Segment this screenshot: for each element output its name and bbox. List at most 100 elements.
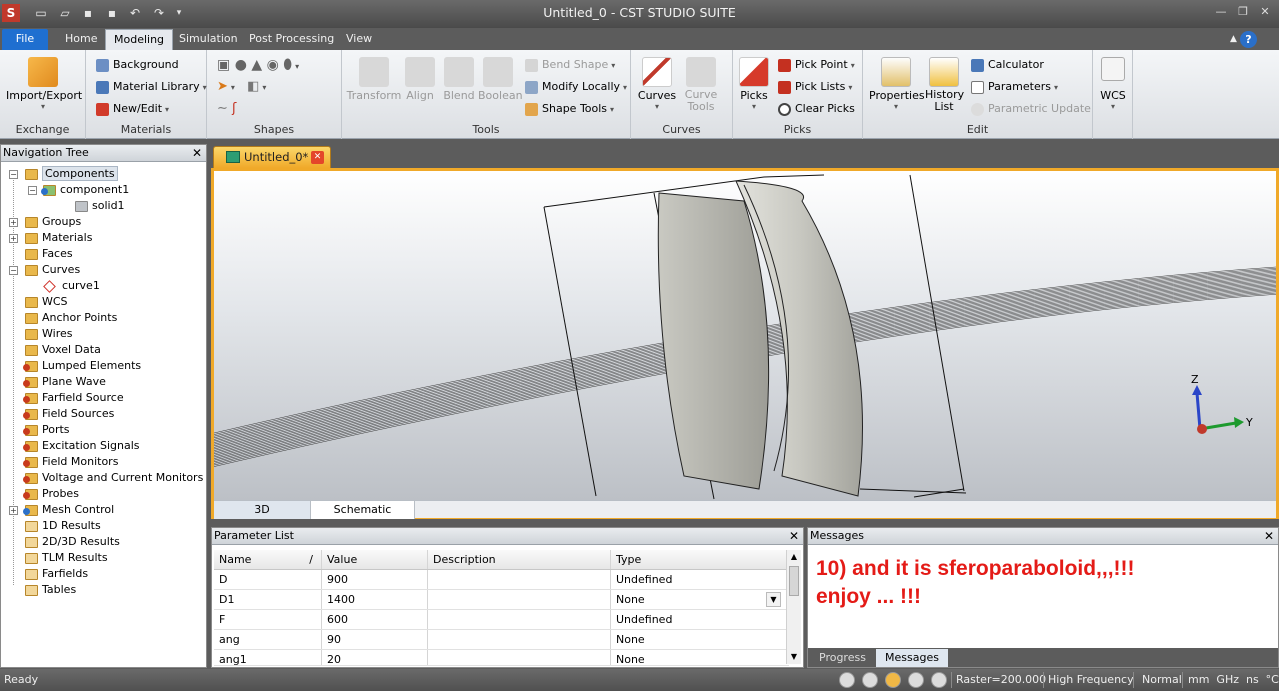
wcs-button[interactable]: WCS ▾	[1098, 57, 1128, 111]
tree-item-voxel-data[interactable]: Voxel Data	[25, 342, 101, 358]
chevron-down-icon[interactable]: ▼	[766, 592, 781, 607]
tab-post-processing[interactable]: Post Processing	[241, 29, 342, 50]
tab-3d[interactable]: 3D	[214, 501, 311, 519]
close-parameter-list-icon[interactable]: ✕	[789, 528, 799, 544]
bend-shape-button[interactable]: Bend Shape ▾	[525, 55, 615, 75]
sphere-icon[interactable]: ●	[235, 57, 247, 73]
status-frequency[interactable]: High Frequency	[1048, 669, 1134, 691]
calculator-button[interactable]: Calculator	[971, 55, 1044, 75]
status-mode[interactable]: Normal	[1142, 669, 1182, 691]
expand-curves-icon[interactable]: −	[9, 266, 18, 275]
rotate-icon[interactable]: ◧	[247, 79, 259, 94]
tree-item-curves[interactable]: Curves	[25, 262, 80, 278]
loft-icon[interactable]: ∼	[217, 101, 228, 116]
cylinder-icon[interactable]: ⬮	[283, 57, 292, 73]
close-window-icon[interactable]: ✕	[1255, 4, 1275, 20]
curve-tools-button[interactable]: Curve Tools	[681, 57, 721, 113]
pick-lists-button[interactable]: Pick Lists ▾	[778, 77, 852, 97]
parametric-update-button[interactable]: Parametric Update	[971, 99, 1091, 119]
properties-button[interactable]: Properties ▾	[869, 57, 925, 111]
tree-item-field-monitors[interactable]: Field Monitors	[23, 454, 118, 470]
tab-modeling[interactable]: Modeling	[105, 29, 174, 50]
help-icon[interactable]: ?	[1240, 31, 1257, 48]
tree-item-excitation-signals[interactable]: Excitation Signals	[23, 438, 140, 454]
minimize-icon[interactable]: —	[1211, 4, 1231, 20]
tab-progress[interactable]: Progress	[810, 649, 875, 667]
tab-schematic[interactable]: Schematic	[311, 501, 415, 519]
tree-item-wcs[interactable]: WCS	[25, 294, 68, 310]
column-type[interactable]: Type	[611, 550, 783, 569]
tree-item-component1[interactable]: component1	[41, 182, 129, 198]
sferoparaboloid-solid[interactable]	[657, 180, 863, 497]
tab-messages[interactable]: Messages	[876, 649, 948, 667]
tree-item-farfields[interactable]: Farfields	[25, 566, 88, 582]
expand-component1-icon[interactable]: −	[28, 186, 37, 195]
scroll-thumb[interactable]	[789, 566, 799, 596]
tree-item-solid1[interactable]: solid1	[75, 198, 125, 214]
tree-item-2d-3d-results[interactable]: 2D/3D Results	[25, 534, 120, 550]
background-button[interactable]: Background	[96, 55, 179, 75]
tree-item-groups[interactable]: Groups	[25, 214, 81, 230]
pan-icon[interactable]	[862, 672, 878, 688]
tree-item-lumped-elements[interactable]: Lumped Elements	[23, 358, 141, 374]
sweep-icon[interactable]: ʃ	[232, 101, 236, 116]
parameters-button[interactable]: Parameters ▾	[971, 77, 1058, 97]
tree-item-anchor-points[interactable]: Anchor Points	[25, 310, 117, 326]
table-row[interactable]: D 900 Undefined	[214, 570, 789, 590]
type-select[interactable]: None ▼	[611, 590, 783, 609]
zoom-fit-icon[interactable]	[908, 672, 924, 688]
brick-icon[interactable]: ▣	[217, 57, 230, 73]
blend-button[interactable]: Blend	[440, 57, 478, 102]
tree-item-faces[interactable]: Faces	[25, 246, 73, 262]
restore-icon[interactable]: ❐	[1233, 4, 1253, 20]
tree-item-field-sources[interactable]: Field Sources	[23, 406, 114, 422]
model-view[interactable]: Z Y	[214, 171, 1276, 516]
tree-item-mesh-control[interactable]: Mesh Control	[23, 502, 114, 518]
tab-file[interactable]: File	[2, 29, 48, 50]
boolean-button[interactable]: Boolean	[478, 57, 523, 102]
tree-item-voltage-current-monitors[interactable]: Voltage and Current Monitors	[23, 470, 203, 486]
tab-simulation[interactable]: Simulation	[171, 29, 246, 50]
pick-point-button[interactable]: Pick Point ▾	[778, 55, 855, 75]
table-row[interactable]: F 600 Undefined	[214, 610, 789, 630]
zoom-icon[interactable]	[839, 672, 855, 688]
tab-view[interactable]: View	[338, 29, 380, 50]
close-navigation-tree-icon[interactable]: ✕	[192, 145, 202, 161]
align-button[interactable]: Align	[402, 57, 438, 102]
torus-icon[interactable]: ◉	[267, 57, 279, 73]
expand-groups-icon[interactable]: +	[9, 218, 18, 227]
close-messages-icon[interactable]: ✕	[1264, 528, 1274, 544]
tree-item-tables[interactable]: Tables	[25, 582, 76, 598]
expand-components-icon[interactable]: −	[9, 170, 18, 179]
table-row[interactable]: D1 1400 None ▼	[214, 590, 789, 610]
parameter-scrollbar[interactable]: ▲ ▼	[786, 550, 801, 664]
tree-item-plane-wave[interactable]: Plane Wave	[23, 374, 106, 390]
table-row[interactable]: ang1 20 None	[214, 650, 789, 666]
status-units[interactable]: mm GHz ns °C	[1188, 669, 1279, 691]
document-tab[interactable]: Untitled_0* ✕	[213, 146, 331, 168]
import-export-button[interactable]: Import/Export ▾	[6, 57, 82, 111]
history-list-button[interactable]: History List	[925, 57, 964, 113]
tree-item-ports[interactable]: Ports	[23, 422, 70, 438]
tree-item-materials[interactable]: Materials	[25, 230, 92, 246]
modify-locally-button[interactable]: Modify Locally ▾	[525, 77, 627, 97]
tree-item-farfield-source[interactable]: Farfield Source	[23, 390, 124, 406]
cone-icon[interactable]: ▲	[251, 57, 262, 73]
close-document-icon[interactable]: ✕	[311, 151, 324, 164]
tree-item-wires[interactable]: Wires	[25, 326, 72, 342]
material-library-button[interactable]: Material Library ▾	[96, 77, 207, 97]
curves-button[interactable]: Curves ▾	[637, 57, 677, 111]
new-edit-button[interactable]: New/Edit ▾	[96, 99, 169, 119]
tree-item-components[interactable]: Components	[25, 166, 118, 182]
extrude-icon[interactable]: ➤	[217, 79, 228, 94]
column-name[interactable]: Name /	[214, 550, 322, 569]
tree-item-tlm-results[interactable]: TLM Results	[25, 550, 108, 566]
rotate-view-icon[interactable]	[885, 672, 901, 688]
scroll-up-icon[interactable]: ▲	[787, 550, 801, 564]
tab-home[interactable]: Home	[57, 29, 105, 50]
expand-mesh-control-icon[interactable]: +	[9, 506, 18, 515]
picks-button[interactable]: Picks ▾	[737, 57, 771, 111]
transform-button[interactable]: Transform	[346, 57, 402, 102]
tree-item-1d-results[interactable]: 1D Results	[25, 518, 101, 534]
tree-item-probes[interactable]: Probes	[23, 486, 79, 502]
